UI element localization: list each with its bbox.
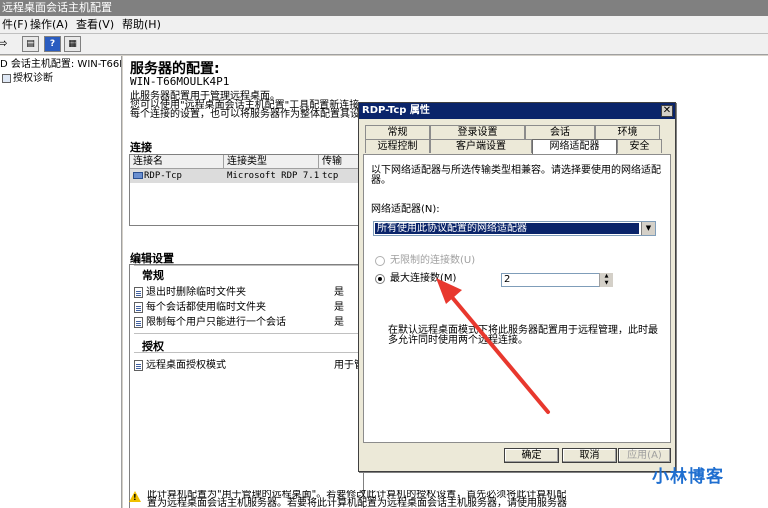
max-connections-label: 最大连接数(M) — [390, 273, 457, 284]
watermark-logo: 小林博客 — [652, 467, 724, 487]
tree-item-label: 授权诊断 — [13, 73, 53, 84]
divider — [134, 333, 360, 334]
warning-message: 此计算机配置为"用于管理的远程桌面"。若要修改此计算机的授权设置，首先必须将此计… — [129, 490, 569, 508]
menu-bar: 件(F) 操作(A) 查看(V) 帮助(H) — [0, 16, 768, 34]
unlimited-connections-label: 无限制的连接数(U) — [390, 255, 476, 266]
column-header-type[interactable]: 连接类型 — [224, 155, 319, 169]
spin-down-icon[interactable]: ▼ — [600, 280, 613, 286]
column-header-name[interactable]: 连接名 — [130, 155, 224, 169]
chevron-down-icon[interactable]: ▼ — [641, 222, 655, 235]
max-connections-radio[interactable] — [375, 274, 385, 284]
setting-license-mode[interactable]: 远程桌面授权模式 — [134, 359, 226, 373]
network-adapter-select[interactable]: 所有使用此协议配置的网络适配器 ▼ — [373, 221, 656, 236]
rdp-tcp-properties-dialog: RDP-Tcp 属性 ✕ 常规 登录设置 会话 环境 远程控制 客户端设置 网络… — [358, 102, 676, 472]
toolbar: ⇨ ▤ ? ▦ — [0, 34, 768, 55]
tab-remote-control[interactable]: 远程控制 — [365, 139, 430, 153]
setting-single-session[interactable]: 限制每个用户只能进行一个会话 — [134, 316, 286, 330]
setting-label: 退出时删除临时文件夹 — [146, 287, 246, 298]
forward-arrow-icon[interactable]: ⇨ — [0, 36, 11, 52]
divider — [134, 265, 360, 266]
connection-type-cell: Microsoft RDP 7.1 — [227, 171, 319, 181]
menu-file[interactable]: 件(F) — [2, 18, 28, 32]
setting-value: 是 — [334, 302, 344, 313]
tab-general[interactable]: 常规 — [365, 125, 430, 139]
tab-network-adapter[interactable]: 网络适配器 — [532, 139, 617, 154]
connections-table: 连接名 连接类型 传输 RDP-Tcp Microsoft RDP 7.1 tc… — [129, 154, 369, 226]
connection-name: RDP-Tcp — [144, 171, 182, 181]
setting-label: 限制每个用户只能进行一个会话 — [146, 317, 286, 328]
cancel-button[interactable]: 取消 — [562, 448, 617, 463]
max-connections-stepper[interactable]: ▲ ▼ — [599, 273, 613, 287]
setting-icon — [134, 301, 143, 313]
setting-icon — [134, 286, 143, 298]
tab-environment[interactable]: 环境 — [595, 125, 660, 139]
tab-sessions[interactable]: 会话 — [525, 125, 595, 139]
note-line: 多允许同时使用两个远程连接。 — [388, 335, 528, 346]
help-icon[interactable]: ? — [44, 36, 61, 52]
connections-heading: 连接 — [130, 141, 152, 154]
adapter-label: 网络适配器(N): — [371, 204, 440, 215]
unlimited-connections-radio[interactable] — [375, 256, 385, 266]
warning-line: 置为远程桌面会话主机服务器。若要将此计算机配置为远程桌面会话主机服务器，请使用服… — [147, 498, 567, 508]
tree-item-label: D 会话主机配置: WIN-T66M — [0, 59, 122, 70]
description-line: 每个连接的设置，也可以将服务器作为整体配置其设置 — [130, 109, 370, 120]
close-icon[interactable]: ✕ — [661, 105, 673, 117]
intro-line: 以下网络适配器与所选传输类型相兼容。请选择要使用的网络适配 — [371, 165, 661, 176]
setting-value: 是 — [334, 317, 344, 328]
dialog-title: RDP-Tcp 属性 — [359, 103, 675, 119]
setting-label: 每个会话都使用临时文件夹 — [146, 302, 266, 313]
general-heading: 常规 — [142, 269, 164, 282]
network-adapter-selected-value: 所有使用此协议配置的网络适配器 — [375, 223, 639, 234]
tree-item-license-diagnosis[interactable]: 授权诊断 — [2, 72, 53, 86]
menu-action[interactable]: 操作(A) — [30, 18, 68, 32]
diagnosis-icon — [2, 73, 11, 83]
ok-button[interactable]: 确定 — [504, 448, 559, 463]
edit-settings-panel: 常规 退出时删除临时文件夹 是 每个会话都使用临时文件夹 是 限制每个用户只能进… — [129, 264, 364, 508]
tree-item-session-host-config[interactable]: D 会话主机配置: WIN-T66M — [0, 58, 122, 72]
max-connections-field[interactable]: 2 — [501, 273, 613, 287]
divider — [134, 352, 360, 353]
setting-delete-temp-folders[interactable]: 退出时删除临时文件夹 — [134, 286, 246, 300]
warning-icon — [129, 491, 141, 502]
properties-icon[interactable]: ▦ — [64, 36, 81, 52]
console-tree-icon[interactable]: ▤ — [22, 36, 39, 52]
setting-value: 是 — [334, 287, 344, 298]
spin-up-icon[interactable]: ▲ — [600, 273, 613, 279]
connection-name-cell: RDP-Tcp — [130, 169, 224, 183]
setting-temp-folder-per-session[interactable]: 每个会话都使用临时文件夹 — [134, 301, 266, 315]
connection-icon — [133, 172, 143, 179]
tab-client-settings[interactable]: 客户端设置 — [430, 139, 532, 153]
menu-view[interactable]: 查看(V) — [76, 18, 114, 32]
intro-line: 器。 — [371, 175, 391, 186]
tab-security[interactable]: 安全 — [617, 139, 662, 153]
setting-icon — [134, 359, 143, 371]
menu-help[interactable]: 帮助(H) — [122, 18, 161, 32]
apply-button[interactable]: 应用(A) — [618, 448, 671, 463]
window-title: 远程桌面会话主机配置 — [0, 0, 768, 16]
network-adapter-panel: 以下网络适配器与所选传输类型相兼容。请选择要使用的网络适配 器。 网络适配器(N… — [363, 154, 671, 443]
tab-logon-settings[interactable]: 登录设置 — [430, 125, 525, 139]
setting-icon — [134, 316, 143, 328]
setting-label: 远程桌面授权模式 — [146, 360, 226, 371]
server-name: WIN-T66MOULK4P1 — [130, 75, 230, 88]
console-tree: D 会话主机配置: WIN-T66M 授权诊断 — [0, 56, 122, 508]
